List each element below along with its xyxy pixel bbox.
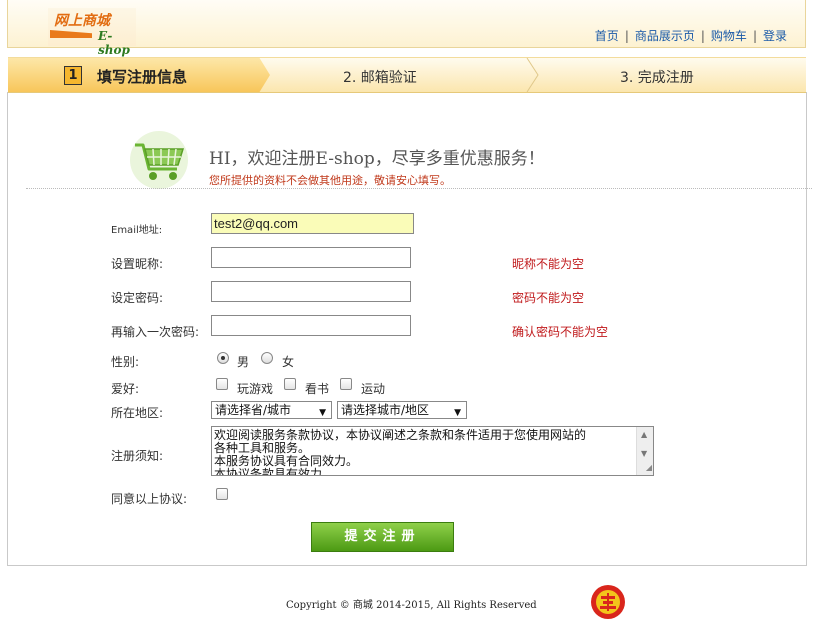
hobby-label: 爱好: — [111, 382, 140, 396]
password-field[interactable] — [211, 281, 411, 302]
divider — [26, 188, 812, 189]
terms-textarea[interactable]: 欢迎阅读服务条款协议，本协议阐述之条款和条件适用于您使用网站的 各种工具和服务。… — [211, 426, 654, 476]
nickname-label: 设置昵称: — [111, 257, 164, 271]
chevron-down-icon: ▼ — [319, 408, 326, 418]
shopping-cart-icon — [127, 131, 191, 189]
nav-home-link[interactable]: 首页 — [595, 29, 619, 43]
confirm-password-field[interactable] — [211, 315, 411, 336]
agree-checkbox[interactable] — [216, 488, 228, 500]
police-badge-icon — [590, 584, 626, 620]
nav-separator: | — [752, 29, 757, 43]
confirm-password-label: 再输入一次密码: — [111, 325, 200, 339]
province-select[interactable]: 请选择省/城市 ▼ — [211, 401, 332, 419]
email-field[interactable] — [211, 213, 414, 234]
registration-steps: 1 填写注册信息 2. 邮箱验证 3. 完成注册 — [8, 57, 806, 93]
gender-female-radio[interactable] — [261, 352, 273, 364]
hobby-sports-checkbox[interactable] — [340, 378, 352, 390]
hobby-reading-checkbox[interactable] — [284, 378, 296, 390]
logo-cn-text: 网上商城 — [54, 13, 110, 29]
email-label: Email地址: — [111, 225, 163, 236]
province-select-value: 请选择省/城市 — [215, 403, 292, 417]
chevron-down-icon: ▼ — [454, 408, 461, 418]
gender-male-radio[interactable] — [217, 352, 229, 364]
nav-products-link[interactable]: 商品展示页 — [635, 29, 695, 43]
terms-text: 欢迎阅读服务条款协议，本协议阐述之条款和条件适用于您使用网站的 各种工具和服务。… — [214, 429, 634, 476]
hobby-game-checkbox[interactable] — [216, 378, 228, 390]
agree-label: 同意以上协议: — [111, 492, 188, 506]
password-label: 设定密码: — [111, 291, 164, 305]
hobby-reading-label: 看书 — [305, 382, 330, 396]
welcome-title: HI，欢迎注册E-shop，尽享多重优惠服务！ — [209, 149, 545, 169]
submit-registration-button[interactable]: 提交注册 — [311, 522, 454, 552]
nav-separator: | — [700, 29, 705, 43]
confirm-password-error: 确认密码不能为空 — [512, 325, 609, 339]
scroll-up-icon[interactable]: ▲ — [641, 428, 647, 441]
site-logo[interactable]: 网上商城 E-shop — [48, 8, 136, 57]
nickname-error: 昵称不能为空 — [512, 257, 585, 271]
region-label: 所在地区: — [111, 406, 164, 420]
step-divider-icon — [526, 58, 540, 92]
terms-label: 注册须知: — [111, 449, 164, 463]
hobby-sports-label: 运动 — [361, 382, 386, 396]
nav-cart-link[interactable]: 购物车 — [711, 29, 747, 43]
gender-label: 性别: — [111, 355, 140, 369]
step-3-label: 3. 完成注册 — [620, 70, 694, 86]
hobby-game-label: 玩游戏 — [237, 382, 274, 396]
step-1-number: 1 — [64, 66, 82, 85]
city-select[interactable]: 请选择城市/地区 ▼ — [337, 401, 467, 419]
nav-separator: | — [624, 29, 629, 43]
copyright: Copyright © 商城 2014-2015, All Rights Res… — [286, 600, 537, 611]
top-nav: 首页 | 商品展示页 | 购物车 | 登录 — [595, 27, 787, 44]
scroll-down-icon[interactable]: ▼ — [641, 447, 647, 460]
privacy-note: 您所提供的资料不会做其他用途，敬请安心填写。 — [209, 174, 451, 187]
logo-swoosh — [50, 30, 92, 38]
gender-female-label: 女 — [282, 355, 295, 369]
resize-grip-icon[interactable]: ◢ — [646, 461, 652, 474]
terms-line: 本协议条款具有效力。 — [214, 467, 335, 476]
nickname-field[interactable] — [211, 247, 411, 268]
city-select-value: 请选择城市/地区 — [341, 403, 430, 417]
nav-login-link[interactable]: 登录 — [763, 29, 787, 43]
site-header: 网上商城 E-shop 首页 | 商品展示页 | 购物车 | 登录 — [7, 0, 806, 57]
password-error: 密码不能为空 — [512, 291, 585, 305]
gender-male-label: 男 — [237, 355, 250, 369]
logo-en-text: E-shop — [98, 29, 130, 57]
step-2-label: 2. 邮箱验证 — [343, 70, 417, 86]
step-1-label: 填写注册信息 — [97, 68, 188, 86]
